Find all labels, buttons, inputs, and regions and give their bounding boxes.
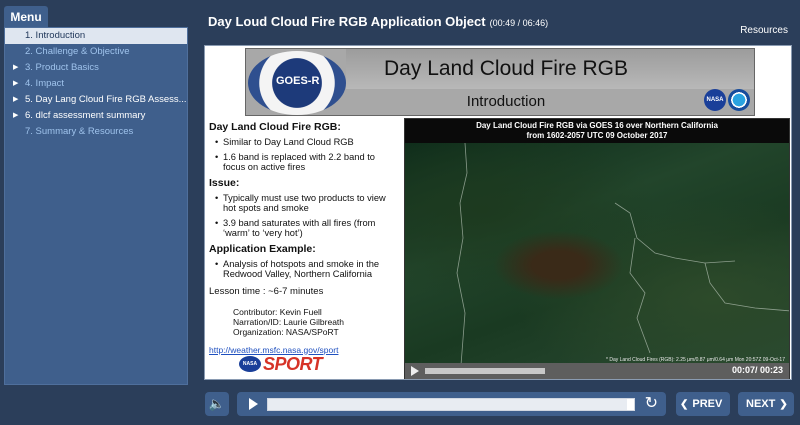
bullet-item: Typically must use two products to view … xyxy=(215,193,399,214)
next-label: NEXT xyxy=(746,398,776,410)
seek-progress xyxy=(268,399,627,410)
lesson-time: Lesson time : ~6-7 minutes xyxy=(209,285,324,297)
expand-arrow-icon[interactable]: ▶ xyxy=(13,92,18,108)
prev-label: PREV xyxy=(692,398,723,410)
bullet-item: Analysis of hotspots and smoke in the Re… xyxy=(215,259,399,280)
chevron-right-icon: ❯ xyxy=(779,399,788,410)
sport-logo-text: SPORT xyxy=(263,354,323,374)
menu-item-label: 3. Product Basics xyxy=(25,62,99,73)
lesson-duration: (00:49 / 06:46) xyxy=(489,18,549,28)
menu-item-label: 2. Challenge & Objective xyxy=(25,46,130,57)
volume-icon[interactable]: 🔈 xyxy=(205,392,229,416)
video-controls: 00:07/ 00:23 xyxy=(405,363,789,379)
expand-arrow-icon[interactable]: ▶ xyxy=(13,60,18,76)
play-icon[interactable] xyxy=(249,398,258,410)
section-heading: Issue: xyxy=(209,176,240,189)
contributor: Contributor: Kevin Fuell xyxy=(233,306,322,317)
menu-item-label: 5. Day Lang Cloud Fire RGB Assess... xyxy=(25,94,187,105)
lesson-title-text: Day Loud Cloud Fire RGB Application Obje… xyxy=(208,14,486,29)
banner-title: Day Land Cloud Fire RGB xyxy=(384,57,628,80)
slide-text-column: Day Land Cloud Fire RGB: Similar to Day … xyxy=(209,118,399,378)
nasa-logo: NASA xyxy=(704,89,726,111)
nasa-sport-logo: NASA SPORT xyxy=(239,354,349,374)
menu-item-label: 6. dlcf assessment summary xyxy=(25,110,146,121)
organization: Organization: NASA/SPoRT xyxy=(233,326,339,337)
bullet-list: Similar to Day Land Cloud RGB 1.6 band i… xyxy=(209,137,399,173)
bullet-list: Typically must use two products to view … xyxy=(209,193,399,239)
slide-content: GOES-R Day Land Cloud Fire RGB Introduct… xyxy=(204,45,792,380)
credits: Contributor: Kevin Fuell Narration/ID: L… xyxy=(209,307,399,337)
bullet-list: Analysis of hotspots and smoke in the Re… xyxy=(209,259,399,280)
nasa-mini-logo: NASA xyxy=(239,356,261,372)
menu-item-assessment-summary[interactable]: ▶ 6. dlcf assessment summary xyxy=(5,108,187,124)
menu-item-product-basics[interactable]: ▶ 3. Product Basics xyxy=(5,60,187,76)
menu-item-introduction[interactable]: 1. Introduction xyxy=(5,28,187,44)
bullet-item: 1.6 band is replaced with 2.2 band to fo… xyxy=(215,152,399,173)
menu-item-impact[interactable]: ▶ 4. Impact xyxy=(5,76,187,92)
banner-subtitle: Introduction xyxy=(466,93,546,110)
slide-banner: GOES-R Day Land Cloud Fire RGB Introduct… xyxy=(245,48,755,116)
chevron-left-icon: ❮ xyxy=(680,399,689,410)
lesson-title: Day Loud Cloud Fire RGB Application Obje… xyxy=(208,14,548,29)
video-title: Day Land Cloud Fire RGB via GOES 16 over… xyxy=(405,119,789,143)
noaa-logo xyxy=(728,89,750,111)
menu-item-label: 7. Summary & Resources xyxy=(25,126,134,137)
goes-r-logo: GOES-R xyxy=(248,51,346,115)
menu-item-challenge-objective[interactable]: 2. Challenge & Objective xyxy=(5,44,187,60)
section-heading: Day Land Cloud Fire RGB: xyxy=(209,121,341,133)
seek-bar[interactable] xyxy=(267,398,635,411)
menu-item-label: 4. Impact xyxy=(25,78,65,89)
menu-item-assessment[interactable]: ▶ 5. Day Lang Cloud Fire RGB Assess... xyxy=(5,92,187,108)
sport-website-link[interactable]: http://weather.msfc.nasa.gov/sport xyxy=(209,345,399,355)
bullet-item: Similar to Day Land Cloud RGB xyxy=(215,137,399,148)
prev-button[interactable]: ❮ PREV xyxy=(676,392,730,416)
replay-icon[interactable]: ↻ xyxy=(645,395,658,413)
video-title-line1: Day Land Cloud Fire RGB via GOES 16 over… xyxy=(476,121,718,130)
menu-item-label: 1. Introduction xyxy=(25,30,86,41)
goes-logo-text: GOES-R xyxy=(276,75,320,87)
menu-item-summary-resources[interactable]: 7. Summary & Resources xyxy=(5,124,187,140)
narration-id: Narration/ID: Laurie Gilbreath xyxy=(233,316,345,327)
expand-arrow-icon[interactable]: ▶ xyxy=(13,76,18,92)
video-time: 00:07/ 00:23 xyxy=(731,365,783,375)
resources-link[interactable]: Resources xyxy=(740,25,788,36)
playback-bar: ↻ xyxy=(237,392,666,416)
video-title-line2: from 1602-2057 UTC 09 October 2017 xyxy=(526,131,668,140)
state-border-lines xyxy=(456,143,789,365)
section-heading: Application Example: xyxy=(209,242,316,255)
expand-arrow-icon[interactable]: ▶ xyxy=(13,108,18,124)
video-play-icon[interactable] xyxy=(411,366,419,376)
sidebar-menu: 1. Introduction 2. Challenge & Objective… xyxy=(4,27,188,385)
satellite-image: * Day Land Cloud Fires (RGB): 2.25 μm/0.… xyxy=(405,143,789,365)
next-button[interactable]: NEXT ❯ xyxy=(738,392,794,416)
menu-tab[interactable]: Menu xyxy=(4,6,48,28)
video-player[interactable]: Day Land Cloud Fire RGB via GOES 16 over… xyxy=(404,118,790,379)
video-seek-bar[interactable] xyxy=(425,368,545,374)
bullet-item: 3.9 band saturates with all fires (from … xyxy=(215,218,399,239)
